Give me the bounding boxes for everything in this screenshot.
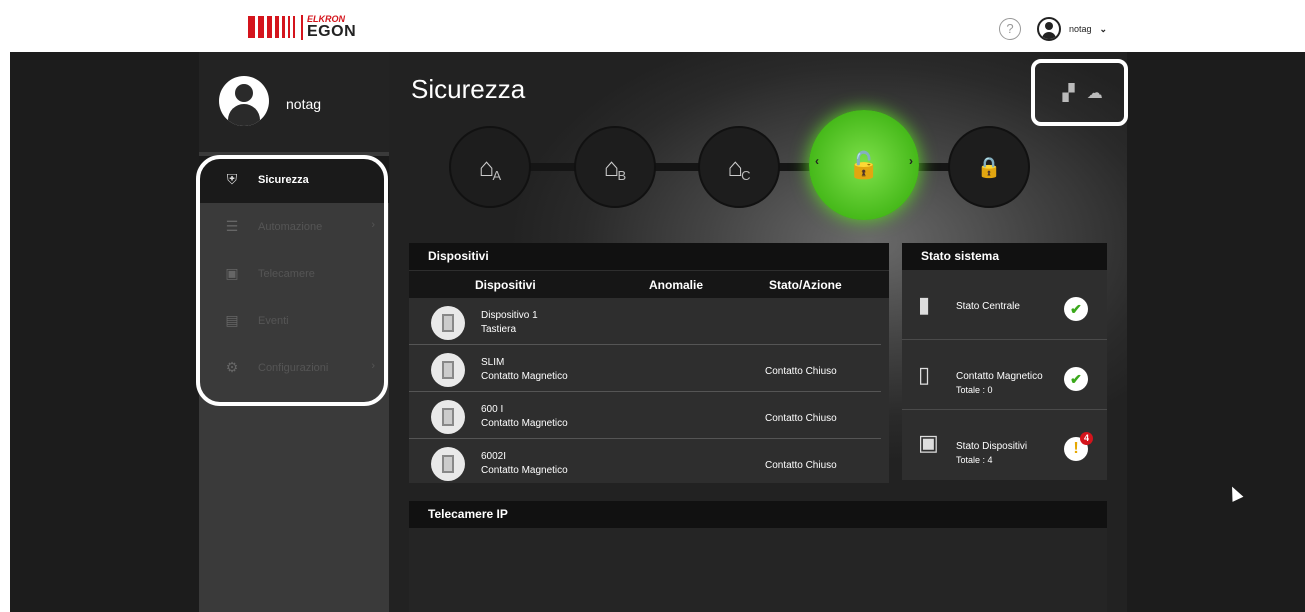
system-row-total: Totale : 0 xyxy=(956,385,993,395)
system-row-label: Stato Centrale xyxy=(956,301,1020,312)
device-status: Contatto Chiuso xyxy=(765,366,837,377)
ip-cameras-title: Telecamere IP xyxy=(409,501,1107,528)
device-name: Dispositivo 1 xyxy=(481,310,538,321)
sidebar-username: notag xyxy=(286,96,322,112)
system-status-title: Stato sistema xyxy=(902,243,1107,270)
magnetic-contact-icon xyxy=(431,400,465,434)
mode-armed-button[interactable]: 🔒 xyxy=(948,126,1030,208)
logo-bottom-text: EGON xyxy=(307,22,357,40)
table-row[interactable]: SLIM Contatto Magnetico Contatto Chiuso xyxy=(409,346,881,392)
device-type: Contatto Magnetico xyxy=(481,465,568,476)
sidebar-avatar xyxy=(219,76,269,126)
table-row[interactable]: 6002I Contatto Magnetico Contatto Chiuso xyxy=(409,440,881,486)
mode-disarmed-button[interactable]: ‹ 🔓 › xyxy=(809,110,919,220)
ip-cameras-panel: Telecamere IP xyxy=(409,501,1107,612)
chip-icon: ▣ xyxy=(918,430,939,455)
mode-label: A xyxy=(492,167,502,183)
mode-b-button[interactable]: ⌂ B xyxy=(574,126,656,208)
nav-highlight-frame xyxy=(196,155,388,406)
column-header-status: Stato/Azione xyxy=(769,278,842,292)
device-name: 600 I xyxy=(481,404,504,415)
magnetic-contact-icon xyxy=(431,447,465,481)
device-name: 6002I xyxy=(481,451,507,462)
unlock-icon: 🔓 xyxy=(847,149,881,180)
warning-count-badge: 4 xyxy=(1080,432,1093,445)
mode-c-button[interactable]: ⌂ C xyxy=(698,126,780,208)
device-type: Contatto Magnetico xyxy=(481,371,568,382)
user-avatar-icon xyxy=(1037,17,1061,41)
check-icon: ✔ xyxy=(1064,297,1088,321)
table-row[interactable]: 600 I Contatto Magnetico Contatto Chiuso xyxy=(409,393,881,439)
device-status: Contatto Chiuso xyxy=(765,413,837,424)
mode-label: C xyxy=(741,167,751,183)
user-menu-name: notag xyxy=(1069,24,1092,34)
system-row-total: Totale : 4 xyxy=(956,455,993,465)
page-title: Sicurezza xyxy=(411,74,526,104)
mode-label: B xyxy=(617,167,627,183)
devices-panel: Dispositivi Dispositivi Anomalie Stato/A… xyxy=(409,243,889,483)
magnetic-contact-icon xyxy=(431,353,465,387)
help-button[interactable]: ? xyxy=(999,18,1021,40)
signal-icon[interactable]: ▗▘ xyxy=(1056,83,1081,103)
device-status: Contatto Chiuso xyxy=(765,460,837,471)
keypad-icon xyxy=(431,306,465,340)
sidebar-user: notag xyxy=(199,52,389,152)
logo-stripes xyxy=(248,16,295,38)
devices-table-header: Dispositivi Anomalie Stato/Azione xyxy=(409,271,889,298)
chevron-left-icon[interactable]: ‹ xyxy=(815,154,819,168)
device-name: SLIM xyxy=(481,357,505,368)
table-row[interactable]: Dispositivo 1 Tastiera xyxy=(409,299,881,345)
chevron-down-icon: ⌄ xyxy=(1099,23,1108,34)
cloud-router-icon[interactable]: ☁ xyxy=(1087,83,1103,103)
status-icons-box: ▗▘ ☁ xyxy=(1031,59,1128,126)
lock-icon: 🔒 xyxy=(976,156,1002,179)
system-status-panel: Stato sistema ▮ Stato Centrale ✔ ▯ Conta… xyxy=(902,243,1107,480)
chevron-right-icon[interactable]: › xyxy=(909,154,913,168)
logo-text: ELKRON EGON xyxy=(301,14,357,40)
system-row-contatto[interactable]: ▯ Contatto Magnetico Totale : 0 ✔ xyxy=(902,340,1107,410)
check-icon: ✔ xyxy=(1064,367,1088,391)
door-contact-icon: ▯ xyxy=(918,362,931,387)
system-row-dispositivi[interactable]: ▣ Stato Dispositivi Totale : 4 ! 4 xyxy=(902,410,1107,480)
elkron-egon-logo: ELKRON EGON xyxy=(248,13,356,41)
column-header-devices: Dispositivi xyxy=(475,278,536,292)
system-row-centrale[interactable]: ▮ Stato Centrale ✔ xyxy=(902,270,1107,340)
top-bar: ELKRON EGON ? notag ⌄ xyxy=(0,0,1305,52)
system-row-label: Stato Dispositivi xyxy=(956,441,1028,452)
control-panel-icon: ▮ xyxy=(918,292,931,317)
device-type: Contatto Magnetico xyxy=(481,418,568,429)
system-row-label: Contatto Magnetico xyxy=(956,371,1043,382)
user-menu[interactable]: notag ⌄ xyxy=(1037,17,1107,41)
devices-panel-title: Dispositivi xyxy=(409,243,889,270)
device-type: Tastiera xyxy=(481,324,517,335)
mode-a-button[interactable]: ⌂ A xyxy=(449,126,531,208)
column-header-anomalies: Anomalie xyxy=(649,278,704,292)
